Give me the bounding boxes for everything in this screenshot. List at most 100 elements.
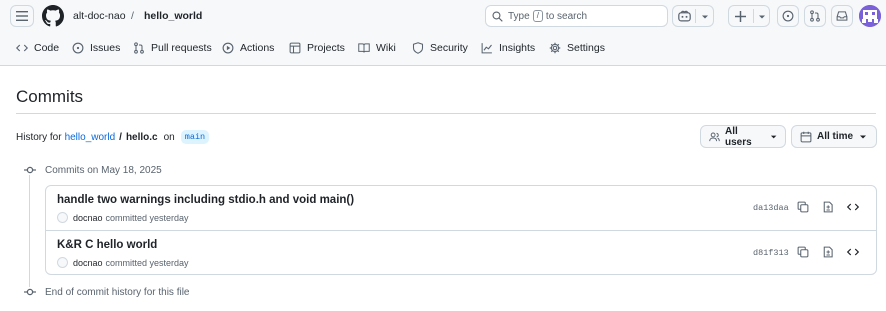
commit-node-icon <box>24 165 36 175</box>
code-icon <box>847 248 859 256</box>
avatar[interactable] <box>57 212 68 223</box>
people-icon <box>709 132 720 141</box>
history-on: on <box>163 131 175 143</box>
commit-message[interactable]: K&R C hello world <box>57 239 157 251</box>
search-prefix: Type <box>508 10 530 22</box>
commit-row: K&R C hello world docnao committed yeste… <box>46 231 876 276</box>
tab-label: Security <box>430 42 468 54</box>
tab-projects[interactable]: Projects <box>289 42 345 54</box>
all-time-filter[interactable]: All time <box>791 125 877 148</box>
history-separator: / <box>119 131 122 143</box>
breadcrumb-owner[interactable]: alt-doc-nao <box>73 10 126 22</box>
code-icon <box>847 203 859 211</box>
tab-security[interactable]: Security <box>412 42 468 54</box>
git-pull-request-icon <box>810 10 820 22</box>
copy-icon <box>797 201 809 213</box>
issue-opened-icon <box>782 10 794 22</box>
browse-repo-button[interactable] <box>846 200 860 214</box>
tab-label: Issues <box>90 42 121 54</box>
github-logo[interactable] <box>42 5 64 27</box>
pull-requests-button[interactable] <box>804 5 826 27</box>
commit-author[interactable]: docnao <box>73 213 103 223</box>
history-repo-link[interactable]: hello_world <box>65 132 116 143</box>
search-shortcut-key: / <box>532 10 543 22</box>
search-input[interactable]: Type / to search <box>485 5 668 27</box>
issue-opened-icon <box>72 42 84 54</box>
view-file-button[interactable] <box>821 200 835 214</box>
history-file: hello.c <box>125 131 158 143</box>
copy-sha-button[interactable] <box>796 200 810 214</box>
timeline-line <box>29 172 30 290</box>
top-bar: alt-doc-nao / hello_world Type / to sear… <box>0 0 886 33</box>
view-file-button[interactable] <box>821 245 835 259</box>
tab-insights[interactable]: Insights <box>481 42 535 54</box>
title-divider <box>16 113 876 114</box>
breadcrumb-separator: / <box>131 10 134 22</box>
tab-label: Pull requests <box>151 42 212 54</box>
file-diff-icon <box>823 246 833 258</box>
issues-button[interactable] <box>777 5 799 27</box>
browse-repo-button[interactable] <box>846 245 860 259</box>
inbox-button[interactable] <box>831 5 853 27</box>
tab-label: Actions <box>240 42 275 54</box>
chevron-down-icon[interactable] <box>701 14 709 20</box>
play-icon <box>222 42 234 54</box>
commit-author[interactable]: docnao <box>73 258 103 268</box>
commit-meta: docnao committed yesterday <box>57 212 189 223</box>
shield-icon <box>412 42 424 54</box>
commit-sha[interactable]: d81f313 <box>753 248 789 258</box>
code-icon <box>16 44 28 52</box>
all-users-filter[interactable]: All users <box>700 125 786 148</box>
tab-settings[interactable]: Settings <box>549 42 605 54</box>
commit-group-heading: Commits on May 18, 2025 <box>45 165 162 176</box>
commit-time: committed yesterday <box>105 212 189 223</box>
all-users-label: All users <box>724 125 752 148</box>
commit-list: handle two warnings including stdio.h an… <box>45 185 877 275</box>
tab-label: Projects <box>307 42 345 54</box>
end-of-history-text: End of commit history for this file <box>45 287 190 298</box>
commit-row: handle two warnings including stdio.h an… <box>46 186 876 231</box>
copy-icon <box>797 246 809 258</box>
all-time-label: All time <box>817 131 854 142</box>
tab-wiki[interactable]: Wiki <box>358 42 396 54</box>
repo-header: alt-doc-nao / hello_world Type / to sear… <box>0 0 886 66</box>
copy-sha-button[interactable] <box>796 245 810 259</box>
tab-label: Code <box>34 42 60 54</box>
commit-message[interactable]: handle two warnings including stdio.h an… <box>57 194 354 206</box>
book-icon <box>358 43 370 53</box>
breadcrumb-repo[interactable]: hello_world <box>144 10 202 22</box>
inbox-icon <box>836 11 848 21</box>
tab-label: Wiki <box>376 42 396 54</box>
avatar[interactable] <box>859 5 881 27</box>
tab-pull-requests[interactable]: Pull requests <box>133 42 212 54</box>
copilot-icon <box>678 10 691 22</box>
plus-icon <box>735 11 746 22</box>
gear-icon <box>549 42 561 54</box>
hamburger-button[interactable] <box>10 5 34 27</box>
avatar[interactable] <box>57 257 68 268</box>
commit-node-icon <box>24 287 36 297</box>
tab-label: Insights <box>499 42 536 54</box>
hamburger-icon <box>16 11 28 21</box>
branch-badge[interactable]: main <box>180 130 210 144</box>
commit-time: committed yesterday <box>105 257 189 268</box>
calendar-icon <box>800 131 812 142</box>
table-icon <box>289 42 301 54</box>
search-icon <box>492 10 503 22</box>
git-pull-request-icon <box>134 42 144 54</box>
tab-issues[interactable]: Issues <box>72 42 120 54</box>
create-new-button[interactable] <box>728 5 770 27</box>
chevron-down-icon[interactable] <box>758 14 766 20</box>
page-title: Commits <box>16 87 84 106</box>
chevron-down-icon <box>860 135 867 138</box>
copilot-button[interactable] <box>672 5 714 27</box>
tab-actions[interactable]: Actions <box>222 42 274 54</box>
repo-tabs: Code Issues Pull requests Actions Projec… <box>0 38 886 64</box>
history-prefix: History for <box>16 131 62 143</box>
chevron-down-icon <box>770 135 777 138</box>
commit-sha[interactable]: da13daa <box>753 203 789 213</box>
graph-icon <box>481 43 492 54</box>
search-suffix: to search <box>545 10 588 22</box>
commit-meta: docnao committed yesterday <box>57 257 189 268</box>
tab-code[interactable]: Code <box>16 42 59 54</box>
